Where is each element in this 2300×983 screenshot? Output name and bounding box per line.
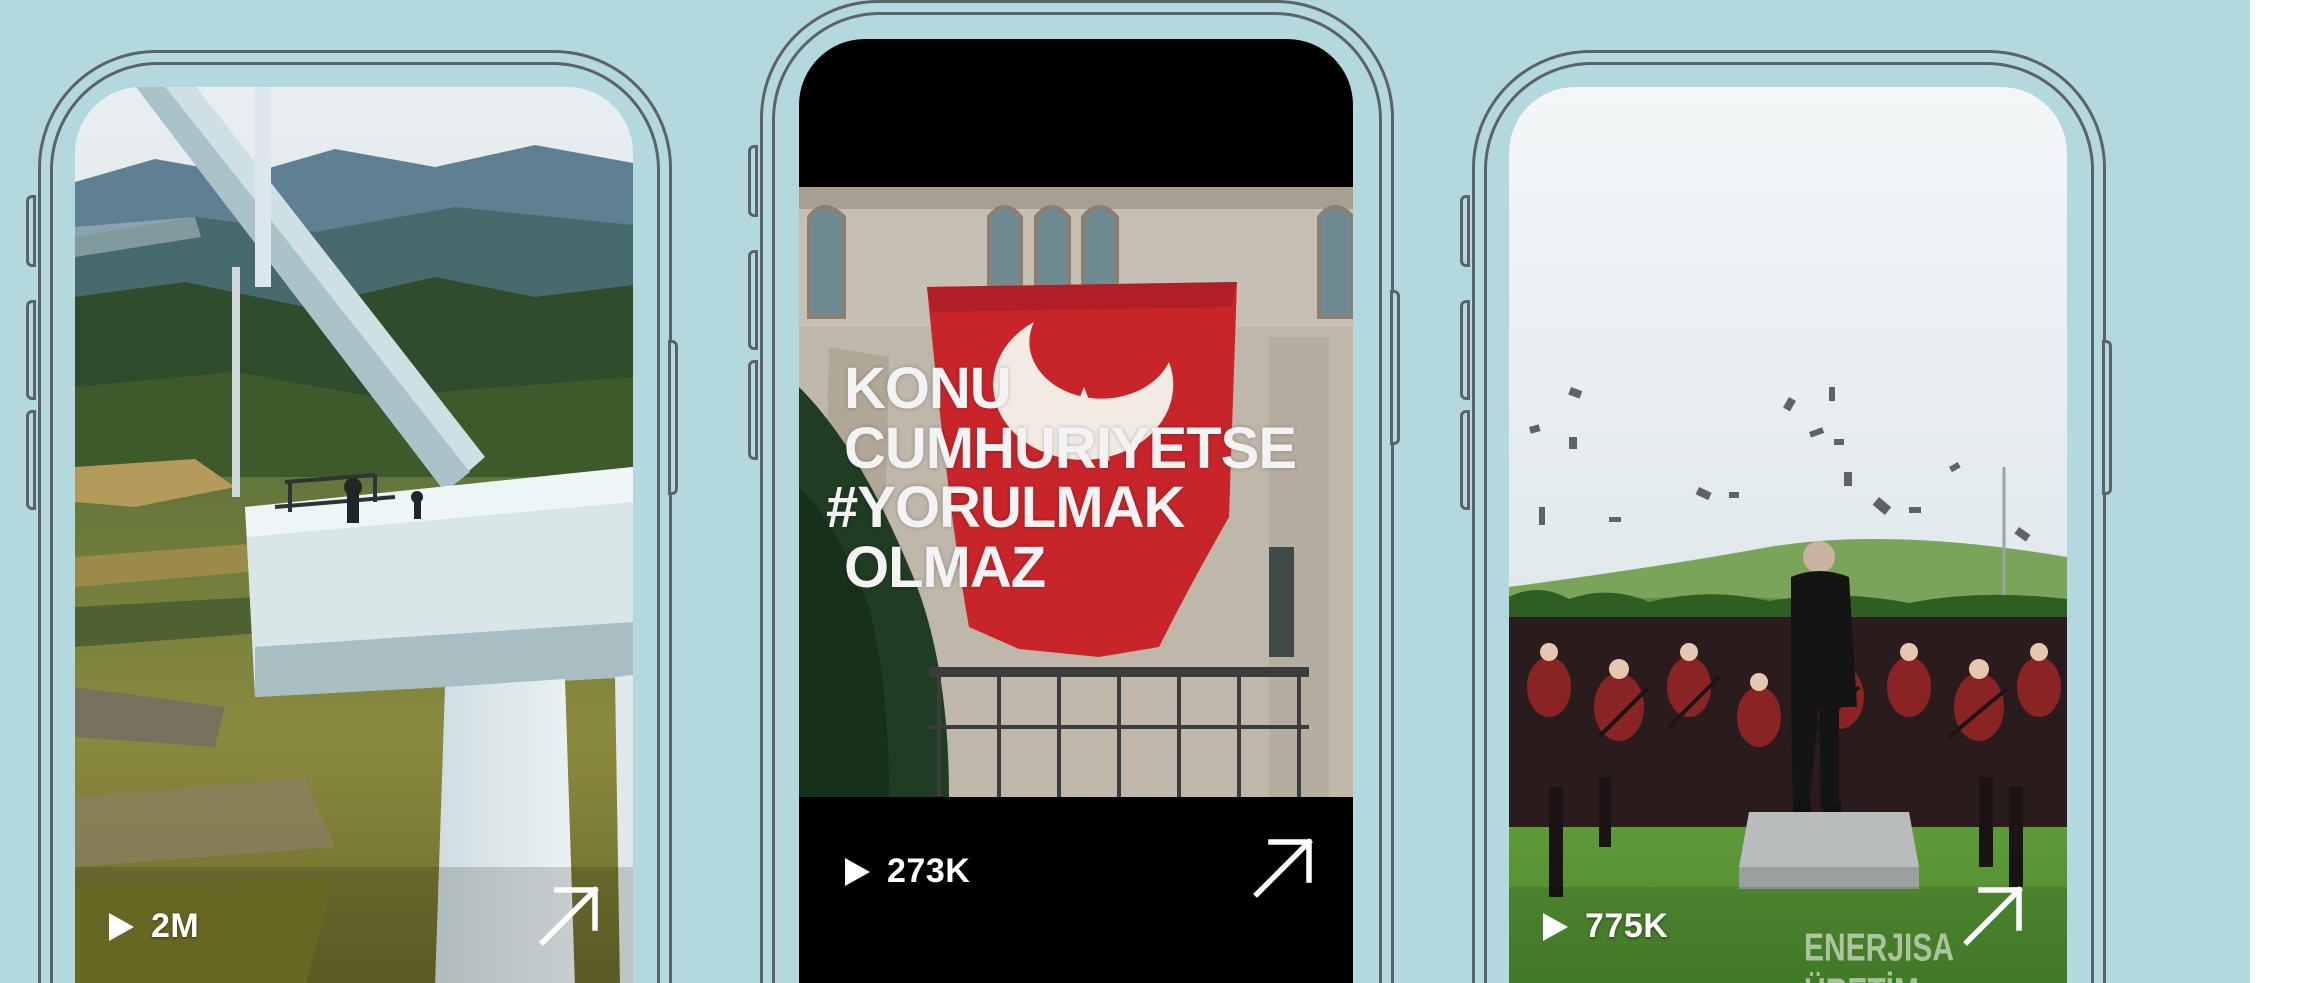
video-thumbnail[interactable]: KONU CUMHURIYETSE #YORULMAK OLMAZ 273K — [799, 39, 1353, 983]
phone-side-button — [26, 195, 36, 267]
brand-watermark: ENERJISA ÜRETİM — [1804, 926, 1953, 983]
phone-side-button — [748, 145, 758, 217]
arrow-up-right-icon[interactable] — [537, 882, 603, 948]
orchestra-image — [1509, 87, 2067, 983]
view-count-label: 775K — [1585, 907, 1669, 945]
view-count-label: 273K — [887, 852, 971, 890]
arrow-up-right-icon[interactable] — [1251, 834, 1317, 900]
phone-side-button — [1460, 300, 1470, 400]
arrow-up-right-icon[interactable] — [1961, 882, 2027, 948]
video-thumbnail[interactable]: 2M — [75, 87, 633, 983]
phone-side-button — [26, 410, 36, 510]
phone-side-button — [2102, 340, 2112, 495]
phone-side-button — [26, 300, 36, 400]
play-icon — [109, 912, 134, 941]
phone-side-button — [748, 250, 758, 350]
view-count: 775K — [1537, 907, 1668, 946]
phone-side-button — [668, 340, 678, 495]
phone-side-button — [1460, 410, 1470, 510]
phone-side-button — [748, 360, 758, 460]
reels-carousel: 2M KONU CUMHURIYETSE #YORULMAK OLMAZ 273… — [0, 0, 2250, 983]
video-overlay-caption: KONU CUMHURIYETSE #YORULMAK OLMAZ — [826, 356, 1297, 601]
wind-turbine-image — [75, 87, 633, 983]
phone-side-button — [1390, 290, 1400, 445]
play-icon — [845, 857, 870, 886]
video-thumbnail[interactable]: ENERJISA ÜRETİM 775K — [1509, 87, 2067, 983]
view-count-label: 2M — [151, 907, 200, 945]
view-count: 2M — [103, 907, 199, 946]
play-icon — [1543, 912, 1568, 941]
phone-side-button — [1460, 195, 1470, 267]
view-count: 273K — [839, 852, 970, 891]
